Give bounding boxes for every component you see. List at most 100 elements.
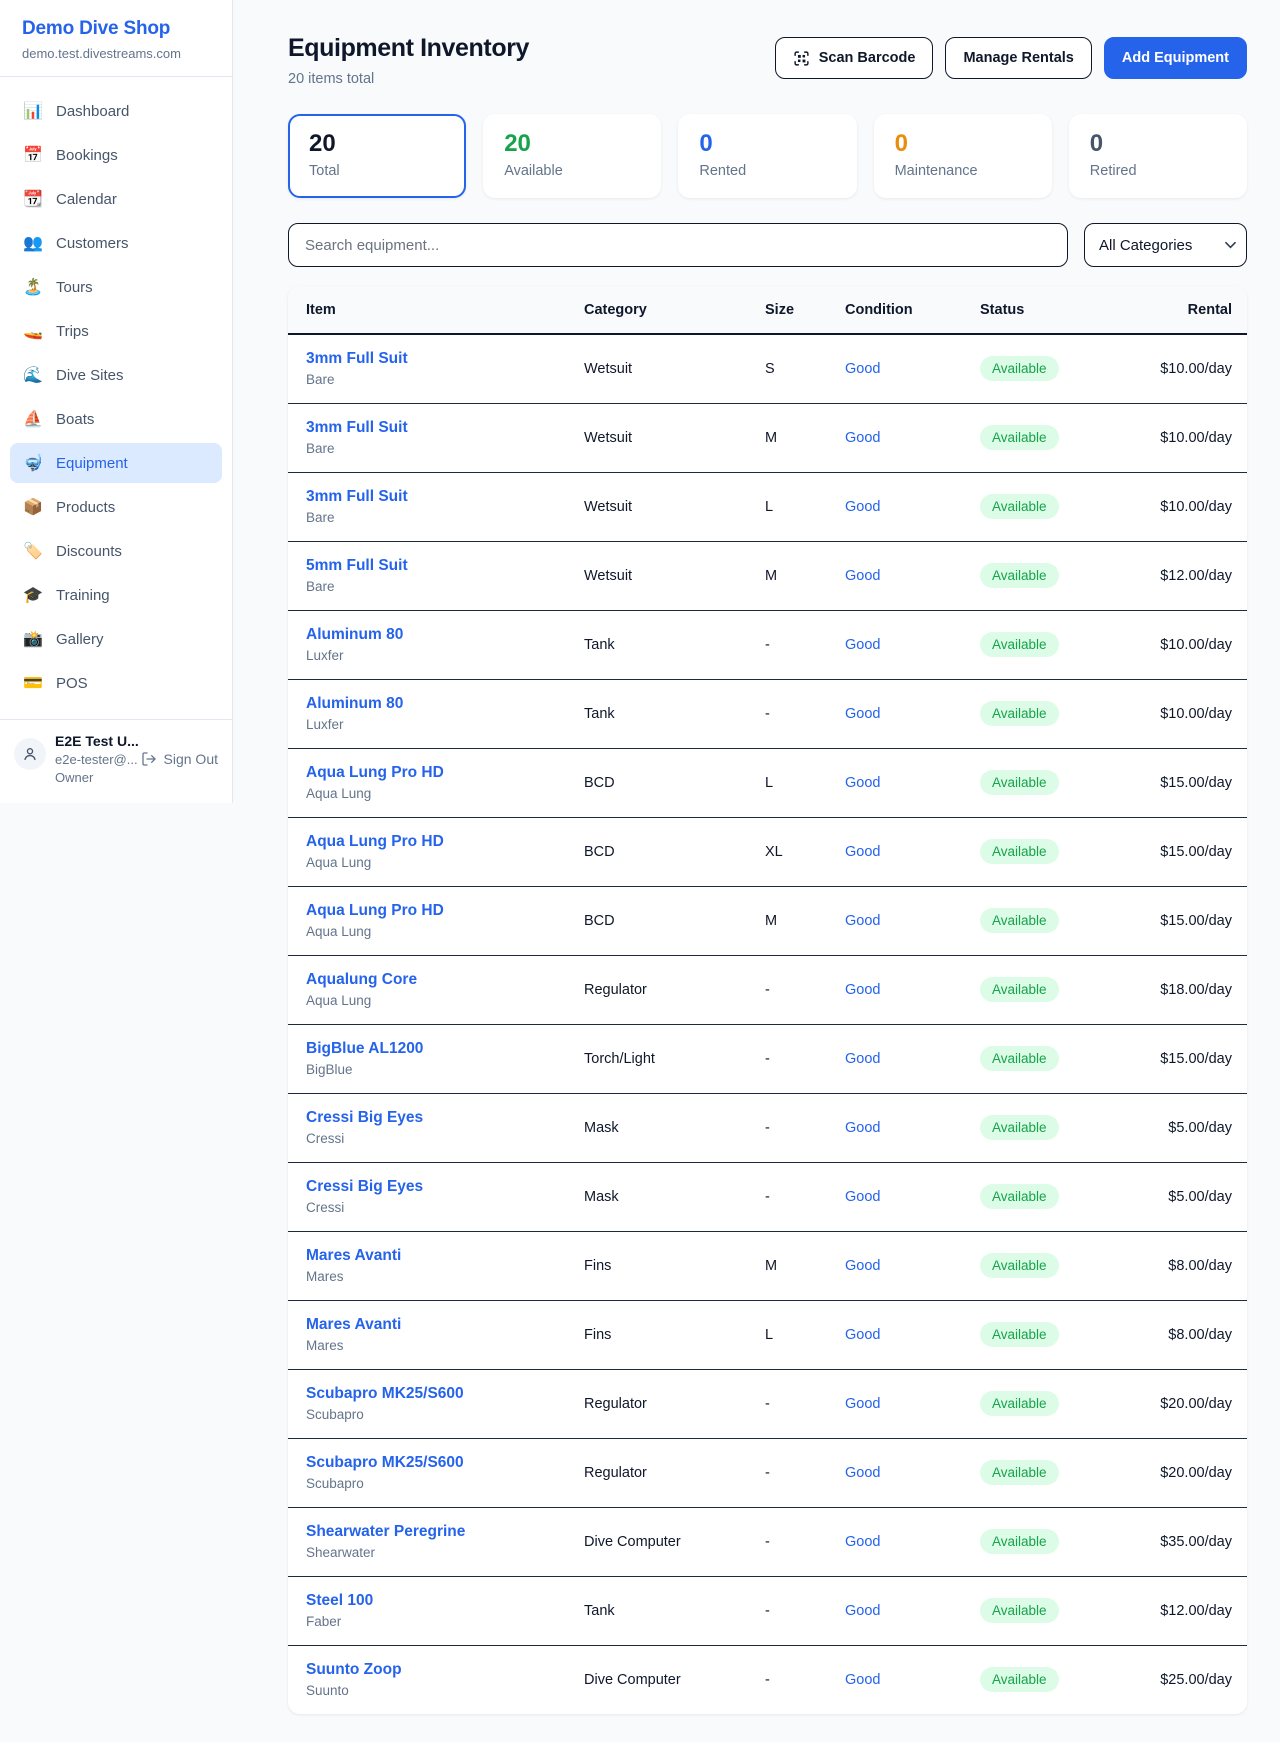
manage-rentals-button[interactable]: Manage Rentals [945, 37, 1091, 79]
item-name-link[interactable]: Suunto Zoop [306, 1661, 584, 1679]
column-header-condition: Condition [845, 286, 980, 334]
condition-cell: Good [845, 679, 980, 748]
table-row: Cressi Big Eyes Cressi Mask - Good Avail… [288, 1162, 1247, 1231]
scan-barcode-button[interactable]: Scan Barcode [775, 37, 934, 79]
category-select[interactable]: All Categories [1084, 223, 1247, 267]
item-brand: Bare [306, 372, 584, 387]
item-name-link[interactable]: Cressi Big Eyes [306, 1109, 584, 1127]
condition-link[interactable]: Good [845, 706, 880, 722]
condition-link[interactable]: Good [845, 775, 880, 791]
item-name-link[interactable]: Scubapro MK25/S600 [306, 1385, 584, 1403]
sidebar-item-dive-sites[interactable]: 🌊 Dive Sites [10, 355, 222, 395]
sidebar-item-label: Customers [56, 235, 129, 252]
condition-link[interactable]: Good [845, 1396, 880, 1412]
rental-cell: $20.00/day [1135, 1369, 1247, 1438]
item-cell: 3mm Full Suit Bare [288, 403, 584, 472]
item-name-link[interactable]: 3mm Full Suit [306, 419, 584, 437]
item-name-link[interactable]: Aluminum 80 [306, 695, 584, 713]
item-name-link[interactable]: 3mm Full Suit [306, 350, 584, 368]
rental-cell: $12.00/day [1135, 541, 1247, 610]
table-row: Aqua Lung Pro HD Aqua Lung BCD XL Good A… [288, 817, 1247, 886]
sidebar-item-products[interactable]: 📦 Products [10, 487, 222, 527]
item-brand: Faber [306, 1614, 584, 1629]
item-cell: Aqualung Core Aqua Lung [288, 955, 584, 1024]
category-cell: Regulator [584, 1438, 765, 1507]
condition-link[interactable]: Good [845, 1672, 880, 1688]
sidebar-item-gallery[interactable]: 📸 Gallery [10, 619, 222, 659]
condition-cell: Good [845, 1507, 980, 1576]
item-name-link[interactable]: Shearwater Peregrine [306, 1523, 584, 1541]
item-name-link[interactable]: Aluminum 80 [306, 626, 584, 644]
item-cell: Cressi Big Eyes Cressi [288, 1162, 584, 1231]
sidebar-item-tours[interactable]: 🏝️ Tours [10, 267, 222, 307]
stat-card-total[interactable]: 20 Total [288, 114, 466, 198]
item-name-link[interactable]: Aqualung Core [306, 971, 584, 989]
condition-link[interactable]: Good [845, 499, 880, 515]
item-name-link[interactable]: Steel 100 [306, 1592, 584, 1610]
condition-link[interactable]: Good [845, 913, 880, 929]
sidebar-item-discounts[interactable]: 🏷️ Discounts [10, 531, 222, 571]
status-badge: Available [980, 632, 1059, 657]
sidebar-item-calendar[interactable]: 📆 Calendar [10, 179, 222, 219]
status-badge: Available [980, 1322, 1059, 1347]
stat-card-maintenance[interactable]: 0 Maintenance [874, 114, 1052, 198]
sidebar-item-pos[interactable]: 💳 POS [10, 663, 222, 703]
stat-card-retired[interactable]: 0 Retired [1069, 114, 1247, 198]
sidebar-item-trips[interactable]: 🚤 Trips [10, 311, 222, 351]
sidebar-item-label: Tours [56, 279, 93, 296]
category-cell: Wetsuit [584, 334, 765, 403]
condition-link[interactable]: Good [845, 844, 880, 860]
condition-link[interactable]: Good [845, 1327, 880, 1343]
item-name-link[interactable]: Cressi Big Eyes [306, 1178, 584, 1196]
status-cell: Available [980, 541, 1135, 610]
rental-cell: $18.00/day [1135, 955, 1247, 1024]
size-cell: M [765, 403, 845, 472]
status-cell: Available [980, 1300, 1135, 1369]
sidebar-item-boats[interactable]: ⛵ Boats [10, 399, 222, 439]
item-brand: Bare [306, 510, 584, 525]
sidebar-item-training[interactable]: 🎓 Training [10, 575, 222, 615]
item-name-link[interactable]: BigBlue AL1200 [306, 1040, 584, 1058]
condition-link[interactable]: Good [845, 1051, 880, 1067]
condition-link[interactable]: Good [845, 1189, 880, 1205]
item-cell: Aqua Lung Pro HD Aqua Lung [288, 748, 584, 817]
condition-link[interactable]: Good [845, 637, 880, 653]
condition-link[interactable]: Good [845, 1258, 880, 1274]
sign-out-button[interactable]: Sign Out [141, 751, 218, 767]
rental-cell: $10.00/day [1135, 679, 1247, 748]
page-title-block: Equipment Inventory 20 items total [288, 34, 529, 87]
condition-link[interactable]: Good [845, 1603, 880, 1619]
item-name-link[interactable]: Mares Avanti [306, 1247, 584, 1265]
stat-value: 20 [309, 130, 445, 158]
stat-card-available[interactable]: 20 Available [483, 114, 661, 198]
search-input[interactable] [288, 223, 1068, 267]
nav-icon: 🏷️ [23, 541, 43, 561]
item-name-link[interactable]: Aqua Lung Pro HD [306, 764, 584, 782]
condition-link[interactable]: Good [845, 982, 880, 998]
sidebar-item-equipment[interactable]: 🤿 Equipment [10, 443, 222, 483]
stat-card-rented[interactable]: 0 Rented [678, 114, 856, 198]
nav-icon: 📦 [23, 497, 43, 517]
item-name-link[interactable]: 5mm Full Suit [306, 557, 584, 575]
item-name-link[interactable]: Scubapro MK25/S600 [306, 1454, 584, 1472]
item-name-link[interactable]: 3mm Full Suit [306, 488, 584, 506]
shop-name[interactable]: Demo Dive Shop [22, 18, 210, 40]
condition-link[interactable]: Good [845, 568, 880, 584]
condition-link[interactable]: Good [845, 1120, 880, 1136]
add-equipment-button[interactable]: Add Equipment [1104, 37, 1247, 79]
sidebar-item-customers[interactable]: 👥 Customers [10, 223, 222, 263]
size-cell: M [765, 886, 845, 955]
condition-link[interactable]: Good [845, 1465, 880, 1481]
status-badge: Available [980, 563, 1059, 588]
rental-cell: $5.00/day [1135, 1093, 1247, 1162]
size-cell: S [765, 334, 845, 403]
item-name-link[interactable]: Mares Avanti [306, 1316, 584, 1334]
condition-link[interactable]: Good [845, 1534, 880, 1550]
condition-link[interactable]: Good [845, 361, 880, 377]
sidebar-item-bookings[interactable]: 📅 Bookings [10, 135, 222, 175]
item-name-link[interactable]: Aqua Lung Pro HD [306, 833, 584, 851]
condition-link[interactable]: Good [845, 430, 880, 446]
sidebar-item-dashboard[interactable]: 📊 Dashboard [10, 91, 222, 131]
item-name-link[interactable]: Aqua Lung Pro HD [306, 902, 584, 920]
stat-value: 0 [699, 130, 835, 158]
